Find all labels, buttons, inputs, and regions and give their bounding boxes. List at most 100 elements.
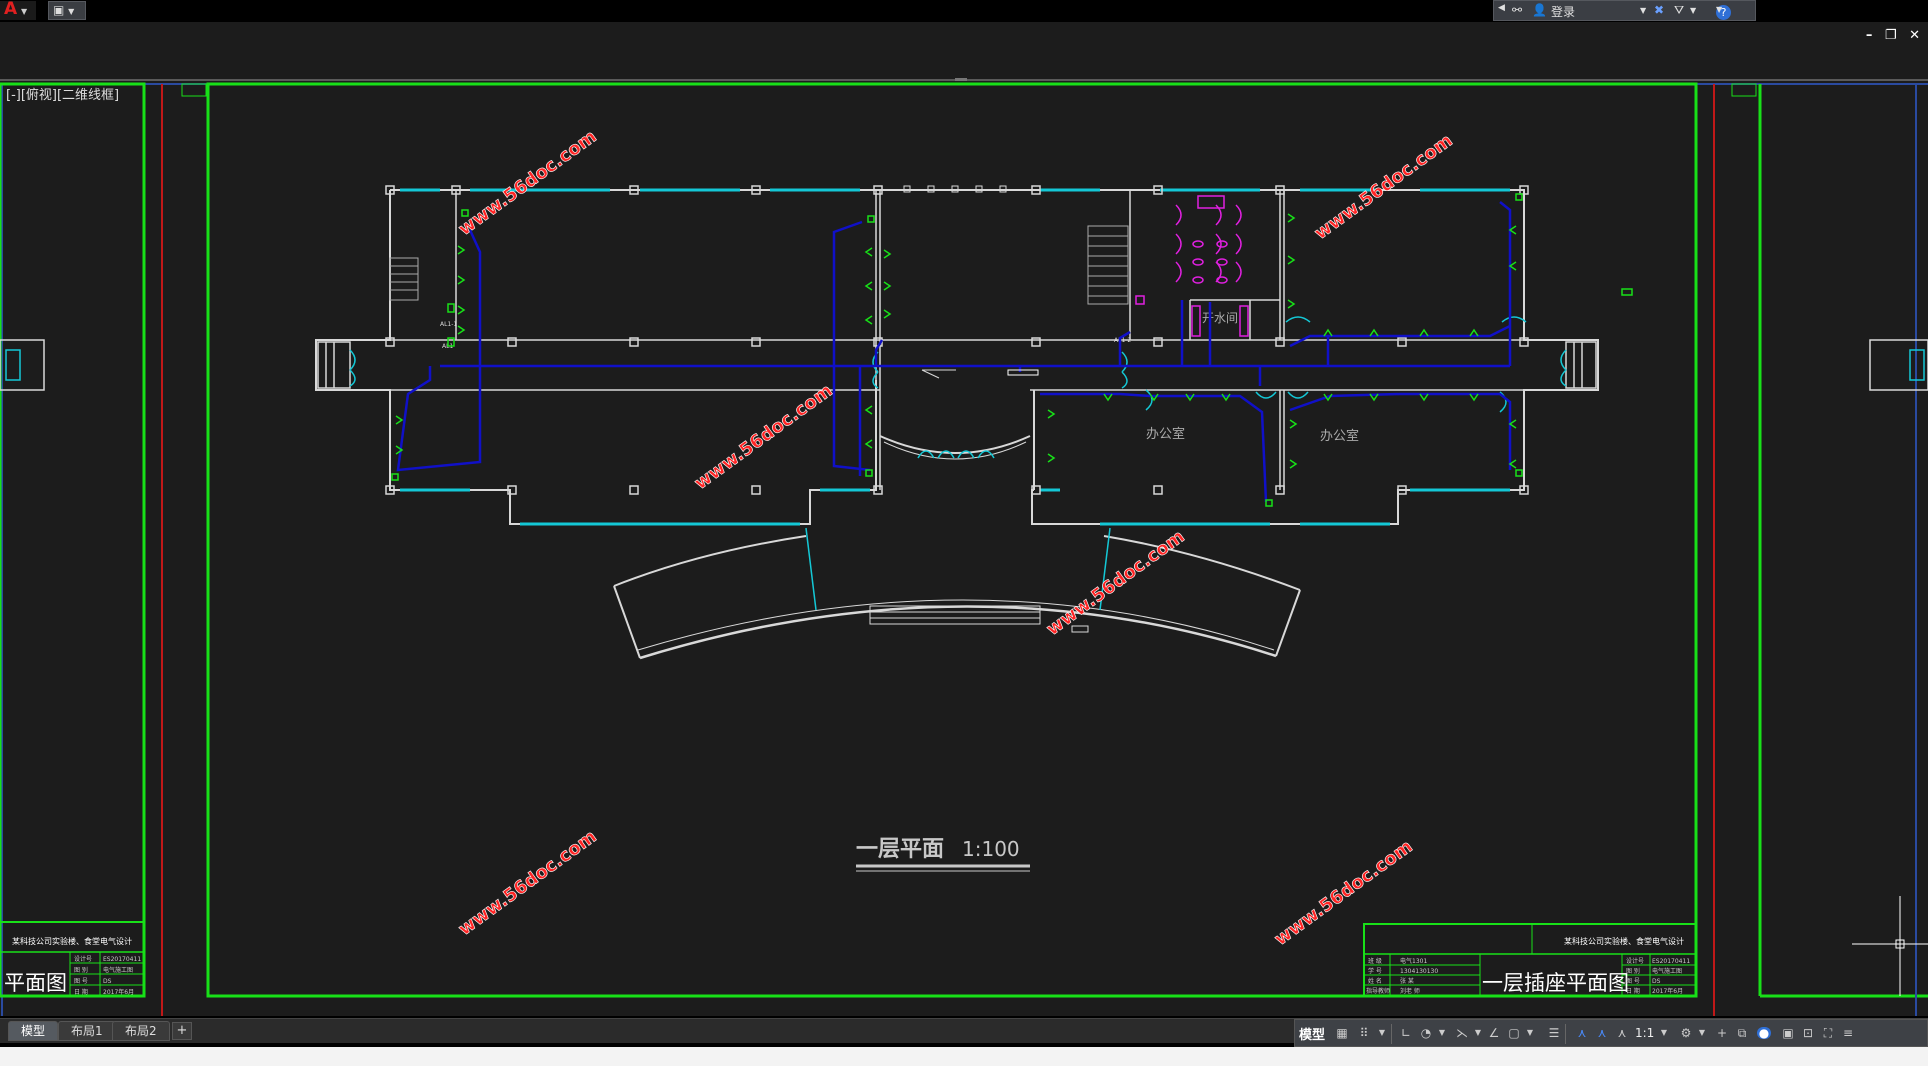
restore-button[interactable]: ❐ [1885, 28, 1897, 43]
plus-icon[interactable]: + [1715, 1027, 1729, 1039]
panel-label-al1-2: AL1-2 [1114, 337, 1131, 344]
design-no-label: 设计号 [1626, 957, 1644, 965]
auto-scale-icon[interactable]: ⋏ [1595, 1027, 1609, 1039]
tab-model[interactable]: 模型 [8, 1021, 59, 1041]
drawing-canvas[interactable]: 办公室 办公室 开水间 AL1-1 AL1 AL1-2 一层平面 1:100 w… [0, 78, 1928, 1016]
chevron-down-icon[interactable]: ▼ [1695, 1027, 1709, 1039]
object-snap-icon[interactable]: ▢ [1507, 1027, 1521, 1039]
tab-layout1[interactable]: 布局1 [58, 1021, 116, 1041]
watermark-text: www.56doc.com [1311, 130, 1457, 244]
window-controls: – ❐ ✕ [1858, 28, 1920, 43]
watermark-text: www.56doc.com [691, 380, 837, 494]
ortho-icon[interactable]: ∟ [1399, 1027, 1413, 1039]
drawing-viewport[interactable]: 办公室 办公室 开水间 AL1-1 AL1 AL1-2 一层平面 1:100 w… [0, 78, 1928, 1016]
date-label: 日 期 [74, 988, 88, 996]
qat-icon: ▣ [53, 3, 65, 17]
user-icon: 👤 [1532, 3, 1547, 17]
annotation-scale-icon[interactable]: ⋏ [1615, 1027, 1629, 1039]
bottom-strip [0, 1047, 1928, 1066]
watermarks: www.56doc.com www.56doc.com www.56doc.co… [454, 126, 1457, 951]
status-bar: 模型 ▦ ⠿ ▼ ∟ ◔ ▼ ⋋ ▼ ∠ ▢ ▼ ☰ ⋏ ⋏ ⋏ 1:1 ▼ ⚙… [1294, 1019, 1928, 1047]
chevron-down-icon: ▼ [68, 7, 75, 16]
chevron-down-icon[interactable]: ▼ [1435, 1027, 1449, 1039]
exchange-icon[interactable]: ✖ [1654, 3, 1664, 17]
tab-layout2[interactable]: 布局2 [112, 1021, 170, 1041]
chevron-down-icon[interactable]: ▼ [1657, 1027, 1671, 1039]
design-no-value: ES20170411 [1652, 958, 1690, 965]
project-name: 某科技公司实验楼、食堂电气设计 [1564, 936, 1684, 946]
add-layout-button[interactable]: + [172, 1022, 192, 1040]
drawing-type-label: 图 别 [1626, 967, 1640, 975]
chevron-down-icon[interactable]: ▼ [1640, 6, 1646, 15]
model-space-button[interactable]: 模型 [1299, 1024, 1325, 1043]
login-button[interactable]: 登录 [1551, 3, 1575, 20]
isodraft-icon[interactable]: ⋋ [1455, 1027, 1469, 1039]
title-block-right: 某科技公司实验楼、食堂电气设计 一层插座平面图 班 级 电气1301 学 号 1… [1363, 923, 1697, 997]
application-menu-button[interactable]: A ▼ [0, 1, 36, 20]
grid-icon[interactable]: ▦ [1335, 1027, 1349, 1039]
drawing-type-label: 图 别 [74, 966, 88, 974]
plan-title: 一层平面 [856, 837, 944, 862]
viewport-controls-label[interactable]: [-][俯视][二维线框] [6, 84, 119, 103]
student-class-value: 电气1301 [1400, 957, 1427, 965]
panel-label-al1-1: AL1-1 [440, 321, 457, 328]
left-sheet [0, 82, 207, 1016]
autocad-logo-icon: A [4, 0, 18, 19]
menu-icon[interactable]: ≡ [1841, 1027, 1855, 1039]
advisor-value: 刘老 师 [1400, 987, 1420, 995]
plan-scale: 1:100 [962, 837, 1020, 861]
drawing-no-label: 图 号 [74, 978, 88, 985]
student-name-label: 姓 名 [1368, 977, 1382, 985]
date-value: 2017年6月 [103, 988, 134, 996]
chevron-down-icon: ▼ [1716, 5, 1723, 14]
chevron-down-icon[interactable]: ▼ [1375, 1027, 1389, 1039]
binoculars-icon[interactable]: ⚯ [1512, 3, 1522, 17]
annotation-visibility-icon[interactable]: ⋏ [1575, 1027, 1589, 1039]
student-name-value: 张 某 [1400, 977, 1414, 985]
date-label: 日 期 [1626, 987, 1640, 995]
watermark-text: www.56doc.com [1271, 836, 1417, 950]
isolate-objects-icon[interactable]: ● [1757, 1027, 1771, 1039]
student-id-label: 学 号 [1368, 967, 1382, 975]
chevron-down-icon[interactable]: ▼ [1523, 1027, 1537, 1039]
room-label-office-2: 办公室 [1320, 428, 1359, 444]
drawing-no-label: 图 号 [1626, 978, 1640, 985]
ui-lock-icon[interactable]: ⧉ [1735, 1027, 1749, 1039]
account-toolbar: ◀ ⚯ 👤 登录 ▼ ✖ ⛛ ▼ ? ▼ [1493, 0, 1756, 21]
drawing-name: 平面图 [4, 971, 67, 995]
room-label-water-room: 开水间 [1202, 311, 1238, 325]
object-snap-tracking-icon[interactable]: ∠ [1487, 1027, 1501, 1039]
help-button[interactable]: ? ▼ [1716, 3, 1752, 20]
date-value: 2017年6月 [1652, 987, 1683, 995]
student-class-label: 班 级 [1368, 957, 1382, 965]
project-name: 某科技公司实验楼、食堂电气设计 [12, 936, 132, 946]
watermark-text: www.56doc.com [1043, 526, 1189, 640]
snap-icon[interactable]: ⠿ [1357, 1027, 1371, 1039]
drawing-type-value: 电气施工图 [103, 966, 133, 974]
floor-plan: 办公室 办公室 开水间 AL1-1 AL1 AL1-2 一层平面 1:100 [315, 185, 1599, 872]
watermark-text: www.56doc.com [455, 826, 601, 940]
drawing-name: 一层插座平面图 [1482, 971, 1629, 995]
hardware-acceleration-icon[interactable]: ▣ [1781, 1027, 1795, 1039]
clean-screen-icon[interactable]: ⊡ [1801, 1027, 1815, 1039]
minimize-button[interactable]: – [1866, 28, 1873, 43]
autodesk-a360-icon[interactable]: ⛛ [1674, 3, 1684, 18]
polar-icon[interactable]: ◔ [1419, 1027, 1433, 1039]
close-button[interactable]: ✕ [1909, 28, 1920, 43]
design-no-label: 设计号 [74, 955, 92, 963]
quick-access-toolbar[interactable]: ▣ ▼ [48, 1, 86, 20]
chevron-down-icon: ▼ [21, 7, 28, 16]
drawing-no-value: DS [1652, 978, 1661, 985]
annotation-scale[interactable]: 1:1 [1635, 1026, 1654, 1040]
fullscreen-icon[interactable]: ⛶ [1821, 1027, 1835, 1039]
student-id-value: 1304130130 [1400, 968, 1438, 975]
chevron-down-icon[interactable]: ▼ [1690, 6, 1696, 15]
title-block-left: 某科技公司实验楼、食堂电气设计 平面图 设计号 ES20170411 图 别 电… [4, 936, 141, 996]
lineweight-icon[interactable]: ☰ [1547, 1027, 1561, 1039]
advisor-label: 指导教师 [1366, 987, 1390, 995]
ribbon-area [0, 22, 1928, 84]
chevron-down-icon[interactable]: ▼ [1471, 1027, 1485, 1039]
arrow-left-icon[interactable]: ◀ [1498, 3, 1505, 13]
room-label-office-1: 办公室 [1146, 426, 1185, 442]
gear-icon[interactable]: ⚙ [1679, 1027, 1693, 1039]
